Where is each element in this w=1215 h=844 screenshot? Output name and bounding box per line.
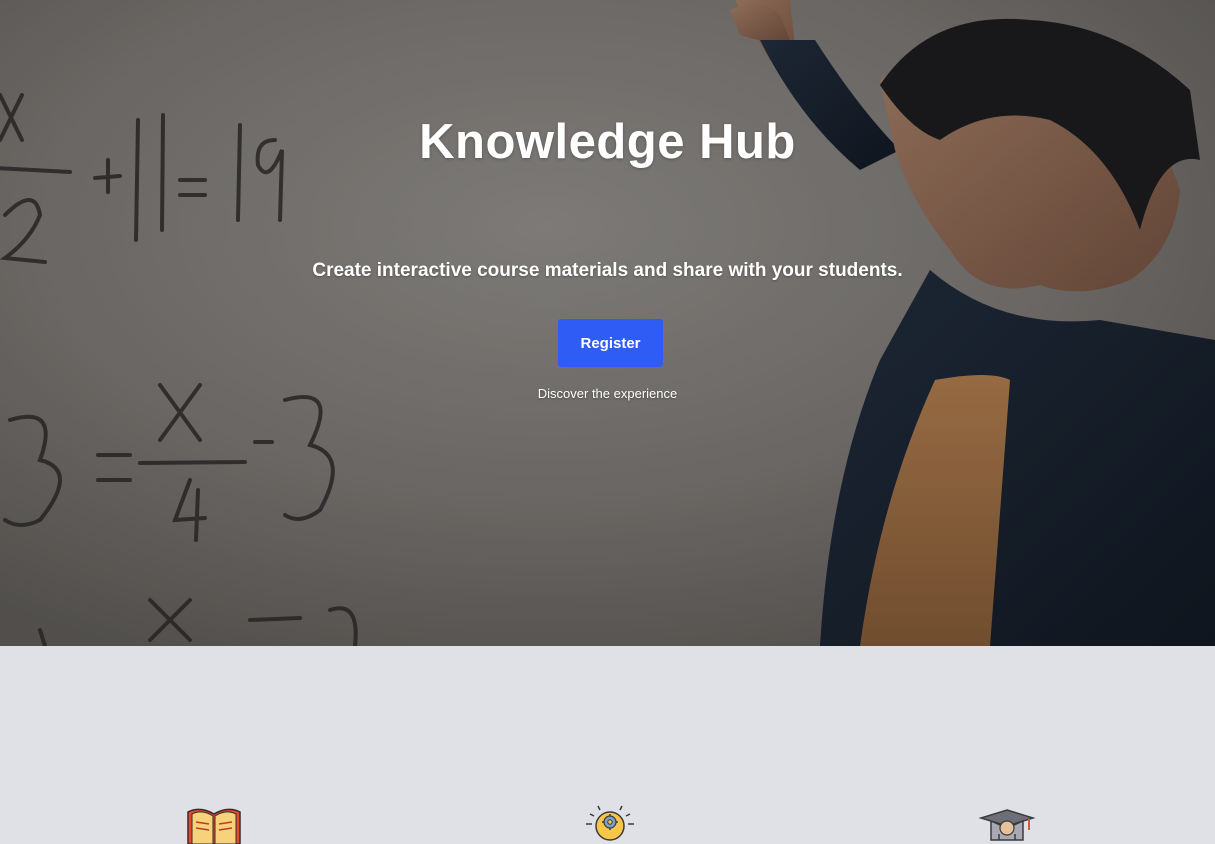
hero-subtitle: Create interactive course materials and …	[312, 260, 903, 281]
discover-experience-link[interactable]: Discover the experience	[0, 386, 1215, 401]
register-button[interactable]: Register	[558, 319, 663, 367]
graduation-cap-icon	[977, 804, 1037, 844]
hero-title: Knowledge Hub	[419, 115, 796, 169]
features-section	[0, 646, 1215, 844]
lightbulb-gear-icon	[580, 804, 640, 844]
open-book-icon	[184, 804, 244, 844]
hero-section: Knowledge Hub Create interactive course …	[0, 0, 1215, 646]
